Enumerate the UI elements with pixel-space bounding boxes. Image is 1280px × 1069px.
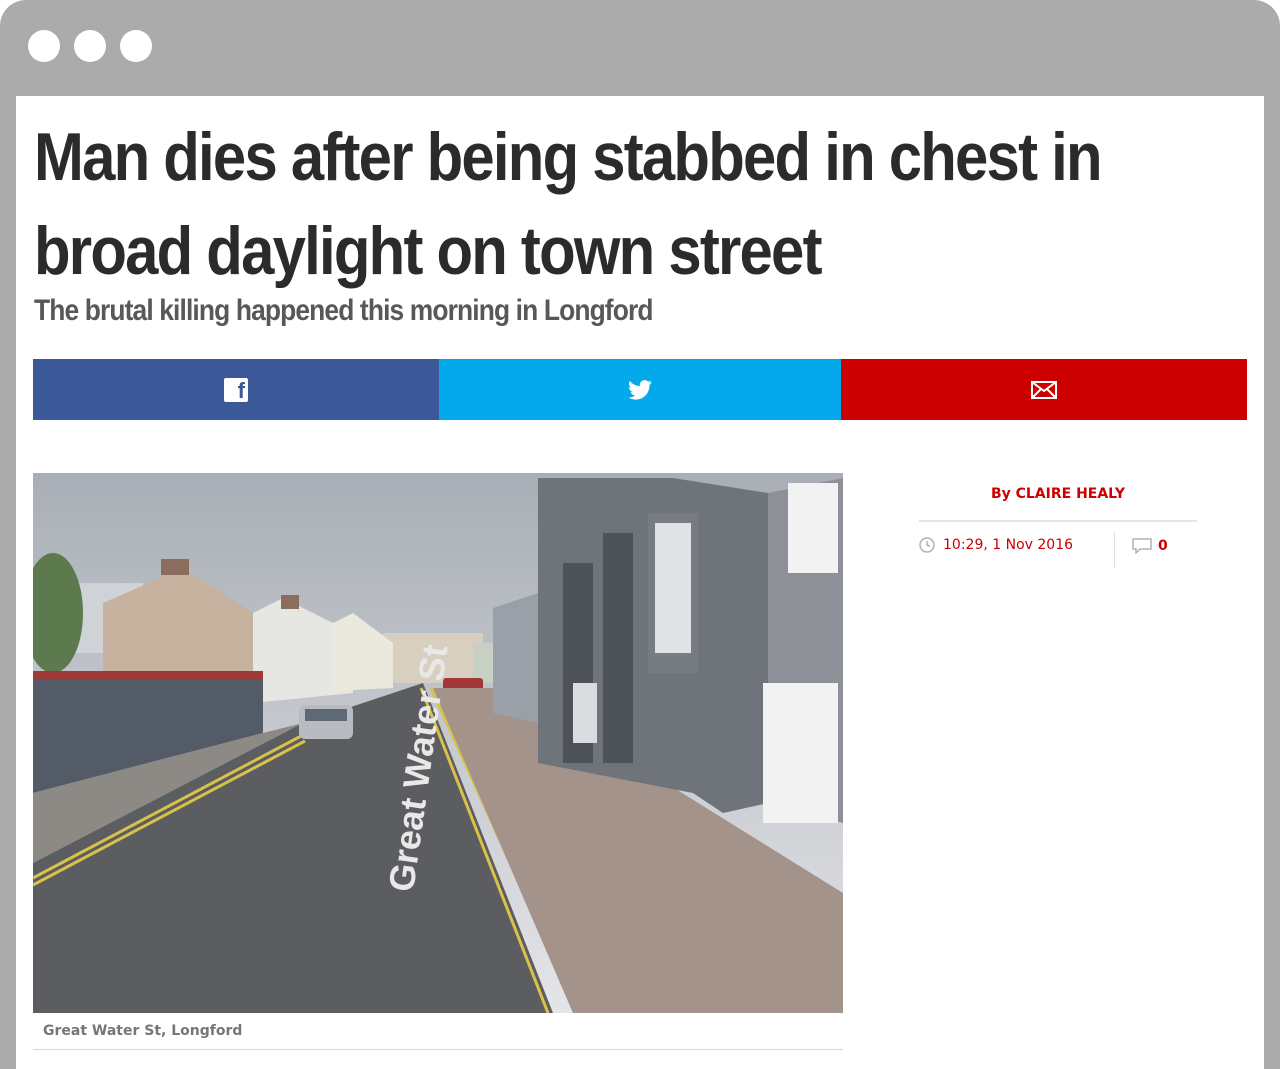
article-subheadline: The brutal killing happened this morning… bbox=[34, 294, 653, 327]
comments-link[interactable]: 0 bbox=[1132, 538, 1168, 554]
window-dot-close[interactable] bbox=[28, 30, 60, 62]
comment-count: 0 bbox=[1158, 538, 1168, 554]
comment-icon bbox=[1132, 538, 1152, 554]
caption-divider bbox=[33, 1049, 843, 1050]
twitter-icon bbox=[628, 379, 652, 400]
timestamp-text: 10:29, 1 Nov 2016 bbox=[943, 537, 1074, 553]
meta-divider bbox=[1114, 532, 1115, 568]
photo-caption: Great Water St, Longford bbox=[43, 1023, 243, 1039]
email-icon bbox=[1031, 380, 1057, 399]
article-page: Man dies after being stabbed in chest in… bbox=[16, 96, 1264, 1069]
byline-divider bbox=[919, 520, 1197, 522]
window-controls bbox=[28, 30, 152, 62]
browser-window: Man dies after being stabbed in chest in… bbox=[0, 0, 1280, 1069]
window-dot-maximize[interactable] bbox=[120, 30, 152, 62]
street-scene-image: Great Water St bbox=[33, 473, 843, 1013]
share-twitter-button[interactable] bbox=[439, 359, 841, 420]
clock-icon bbox=[919, 537, 935, 553]
facebook-icon: f bbox=[224, 377, 248, 402]
share-bar: f bbox=[33, 359, 1247, 420]
share-facebook-button[interactable]: f bbox=[33, 359, 439, 420]
article-headline: Man dies after being stabbed in chest in… bbox=[34, 119, 1103, 289]
article-byline[interactable]: By CLAIRE HEALY bbox=[919, 486, 1197, 502]
article-timestamp: 10:29, 1 Nov 2016 bbox=[919, 537, 1073, 553]
article-photo[interactable]: Great Water St bbox=[33, 473, 843, 1013]
share-email-button[interactable] bbox=[841, 359, 1247, 420]
window-dot-minimize[interactable] bbox=[74, 30, 106, 62]
